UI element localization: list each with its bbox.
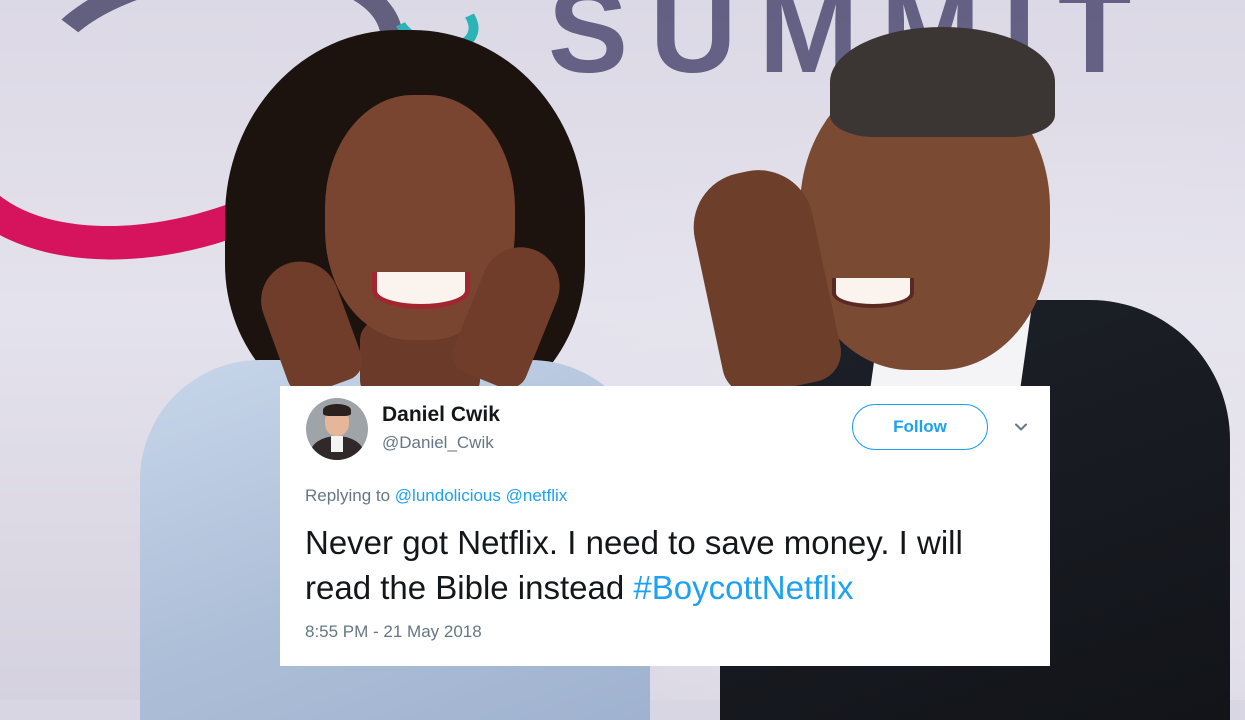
author-handle[interactable]: @Daniel_Cwik [382,433,494,453]
hashtag-link[interactable]: #BoycottNetflix [633,569,853,606]
mention-link[interactable]: @netflix [506,486,568,505]
replying-to-line: Replying to @lundolicious @netflix [305,486,567,506]
tweet-body: Never got Netflix. I need to save money.… [305,520,1035,610]
man-smile [832,278,914,308]
tweet-card: Daniel Cwik @Daniel_Cwik Follow Replying… [280,386,1050,666]
replying-to-label: Replying to [305,486,391,505]
mention-link[interactable]: @lundolicious [395,486,501,505]
tweet-timestamp[interactable]: 8:55 PM - 21 May 2018 [305,622,482,642]
woman-smile [372,272,470,309]
user-avatar[interactable] [306,398,368,460]
man-hair [830,27,1055,137]
author-display-name[interactable]: Daniel Cwik [382,403,500,427]
chevron-down-icon[interactable] [1013,419,1029,435]
follow-button[interactable]: Follow [852,404,988,450]
